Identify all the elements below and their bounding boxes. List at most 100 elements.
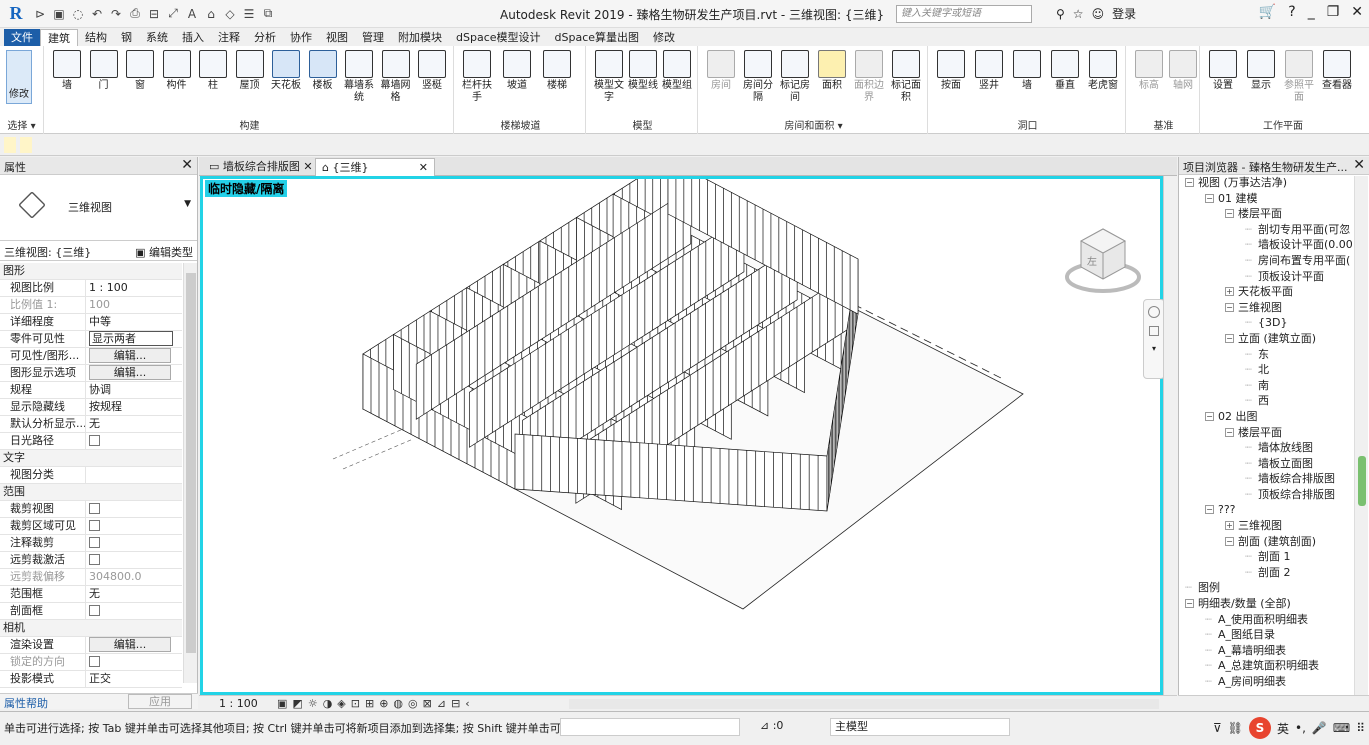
tab-8[interactable]: 协作 [283, 29, 319, 46]
cart-icon[interactable]: 🛒 [1259, 4, 1276, 20]
property-value[interactable] [86, 603, 182, 619]
tree-node[interactable]: ┈ A_幕墙明细表 [1179, 643, 1355, 659]
help-icon[interactable]: ? [1288, 4, 1295, 20]
property-checkbox[interactable] [89, 520, 100, 531]
tree-node[interactable]: ┈ 南 [1179, 378, 1355, 394]
category-label[interactable]: 相机 [0, 620, 182, 636]
detail-level-icon[interactable]: ▣ [277, 697, 287, 710]
expand-icon[interactable]: + [1225, 287, 1234, 297]
tree-node[interactable]: −02 出图 [1179, 409, 1355, 425]
tab-12[interactable]: dSpace模型设计 [449, 29, 548, 46]
property-checkbox[interactable] [89, 537, 100, 548]
star-icon[interactable]: ☆ [1073, 7, 1084, 21]
opening-button-4[interactable]: 老虎窗 [1086, 50, 1120, 92]
sun-path-icon[interactable]: ☼ [308, 697, 318, 710]
tree-node[interactable]: ┈ 房间布置专用平面( [1179, 253, 1355, 269]
tree-node[interactable]: − 楼层平面 [1179, 425, 1355, 441]
tree-node[interactable]: + 天花板平面 [1179, 284, 1355, 300]
tree-node[interactable]: + 三维视图 [1179, 518, 1355, 534]
save-icon[interactable]: ▣ [51, 6, 67, 22]
tree-node[interactable]: ┈ A_房间明细表 [1179, 674, 1355, 690]
undo-icon[interactable]: ↶ [89, 6, 105, 22]
tab-5[interactable]: 插入 [175, 29, 211, 46]
scrollbar-thumb[interactable] [186, 273, 196, 653]
viewport-vertical-scrollbar[interactable] [1163, 176, 1177, 695]
collapse-icon[interactable]: − [1225, 536, 1234, 546]
build-button-8[interactable]: 幕墙系统 [342, 50, 376, 104]
property-value[interactable]: 编辑... [86, 365, 182, 381]
3d-view-icon[interactable]: ⌂ [203, 6, 219, 22]
room-button-0[interactable]: 房间 [704, 50, 738, 92]
tree-node[interactable]: ┈ 东 [1179, 347, 1355, 363]
tab-2[interactable]: 结构 [78, 29, 114, 46]
tree-node[interactable]: ┈ 顶板综合排版图 [1179, 487, 1355, 503]
datum-button-0[interactable]: 标高 [1132, 50, 1166, 92]
apply-button[interactable]: 应用 [128, 694, 192, 709]
collapse-icon[interactable]: − [1205, 411, 1214, 421]
measure-icon[interactable]: ⊟ [146, 6, 162, 22]
edit-type-button[interactable]: ▣ 编辑类型 [135, 244, 193, 260]
tree-node[interactable]: ┈ 剖面 1 [1179, 549, 1355, 565]
tree-node[interactable]: ┈ 剖切专用平面(可忽 [1179, 222, 1355, 238]
opening-button-1[interactable]: 竖井 [972, 50, 1006, 92]
binoculars-icon[interactable]: ⚲ [1056, 7, 1065, 21]
filter-icon[interactable]: ⊽ [1213, 721, 1222, 735]
opening-button-0[interactable]: 按面 [934, 50, 968, 92]
analytical-model-icon[interactable]: ⊿ [437, 697, 446, 710]
property-value[interactable]: 无 [86, 416, 182, 432]
visual-style-icon[interactable]: ◩ [292, 697, 302, 710]
option-slot[interactable] [20, 137, 32, 153]
open-icon[interactable]: ⊳ [32, 6, 48, 22]
design-option-selector[interactable]: 主模型 [830, 718, 1010, 736]
close-icon[interactable]: ✕ [181, 157, 193, 173]
steering-wheel-icon[interactable] [1148, 306, 1160, 318]
property-value[interactable]: 显示两者 [86, 331, 182, 347]
property-checkbox[interactable] [89, 656, 100, 667]
tab-11[interactable]: 附加模块 [391, 29, 449, 46]
tab-4[interactable]: 系统 [139, 29, 175, 46]
shadows-icon[interactable]: ◑ [323, 697, 333, 710]
tree-node[interactable]: − 楼层平面 [1179, 206, 1355, 222]
collapse-icon[interactable]: − [1185, 599, 1194, 609]
property-value[interactable] [86, 552, 182, 568]
stairs-button-0[interactable]: 栏杆扶手 [460, 50, 494, 104]
text-icon[interactable]: A [184, 6, 200, 22]
building-3d-model[interactable] [203, 179, 1160, 692]
browser-horizontal-scrollbar[interactable] [1178, 695, 1369, 711]
edit-button[interactable]: 编辑... [89, 365, 171, 380]
switch-window-icon[interactable]: ⧉ [260, 6, 276, 22]
viewcube-graphic[interactable]: 左 [1063, 219, 1143, 299]
zoom-icon[interactable] [1149, 326, 1159, 336]
opening-button-3[interactable]: 垂直 [1048, 50, 1082, 92]
property-value[interactable]: 304800.0 [86, 569, 182, 585]
workset-selector[interactable] [560, 718, 740, 736]
build-button-9[interactable]: 幕墙网格 [379, 50, 413, 104]
build-button-0[interactable]: 墙 [50, 50, 84, 92]
type-selector[interactable]: 三维视图 ▼ [0, 175, 197, 241]
collapse-icon[interactable]: − [1185, 178, 1194, 187]
print-icon[interactable]: ⎙ [127, 6, 143, 22]
build-button-2[interactable]: 窗 [123, 50, 157, 92]
tree-node[interactable]: − 视图 (万事达洁净) [1179, 175, 1355, 191]
revit-logo-icon[interactable]: R [4, 2, 28, 26]
tab-0[interactable]: 文件 [4, 29, 40, 46]
tree-node[interactable]: ┈ A_使用面积明细表 [1179, 612, 1355, 628]
select-links-icon[interactable]: ⛓ [1228, 721, 1243, 735]
property-value[interactable]: 按规程 [86, 399, 182, 415]
tree-node[interactable]: ┈ A_总建筑面积明细表 [1179, 658, 1355, 674]
room-button-2[interactable]: 标记房间 [778, 50, 812, 104]
select-dropdown[interactable]: 选择 ▾ [0, 117, 43, 132]
chevron-down-icon[interactable]: ▼ [184, 199, 191, 209]
keyboard-icon[interactable]: ⌨ [1333, 721, 1350, 735]
property-value[interactable]: 正交 [86, 671, 182, 687]
tab-14[interactable]: 修改 [646, 29, 682, 46]
tree-node[interactable]: ┈ 北 [1179, 362, 1355, 378]
reveal-hidden-icon[interactable]: ◎ [408, 697, 418, 710]
temp-hide-icon[interactable]: ◍ [393, 697, 403, 710]
property-value[interactable] [86, 654, 182, 670]
property-value[interactable] [86, 501, 182, 517]
crop-region-icon[interactable]: ⊞ [365, 697, 374, 710]
user-icon[interactable]: ☺ [1092, 7, 1105, 21]
build-button-5[interactable]: 屋顶 [233, 50, 267, 92]
modify-button[interactable]: 修改 [6, 50, 32, 104]
